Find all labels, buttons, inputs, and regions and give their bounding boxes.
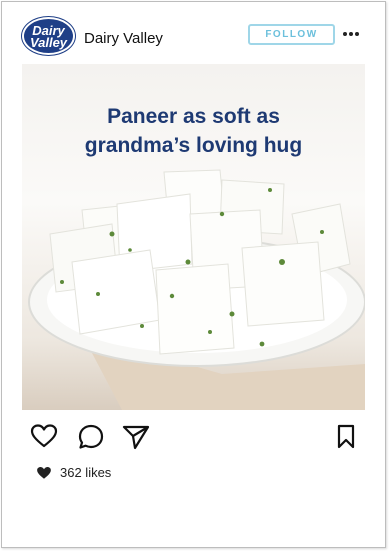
post-header: Dairy Valley Dairy Valley FOLLOW: [2, 2, 385, 64]
comment-bubble-icon[interactable]: [78, 424, 104, 450]
send-icon[interactable]: [122, 424, 150, 450]
post-caption-overlay: Paneer as soft as grandma’s loving hug: [22, 102, 365, 160]
logo-text-line2: Valley: [29, 35, 68, 50]
likes-count: 362 likes: [60, 465, 112, 480]
heart-filled-icon: [37, 467, 51, 479]
post-image: Paneer as soft as grandma’s loving hug: [22, 64, 365, 410]
heart-outline-icon[interactable]: [30, 424, 58, 448]
post-card: Dairy Valley Dairy Valley FOLLOW Paneer …: [1, 1, 386, 548]
follow-button[interactable]: FOLLOW: [248, 24, 335, 45]
caption-line2: grandma’s loving hug: [84, 134, 303, 157]
more-dots-icon[interactable]: [343, 32, 359, 36]
post-actions-bar: [2, 422, 385, 452]
bookmark-icon[interactable]: [336, 424, 356, 450]
caption-line1: Paneer as soft as: [107, 105, 280, 128]
brand-logo[interactable]: Dairy Valley: [22, 17, 75, 55]
account-name[interactable]: Dairy Valley: [84, 30, 163, 47]
